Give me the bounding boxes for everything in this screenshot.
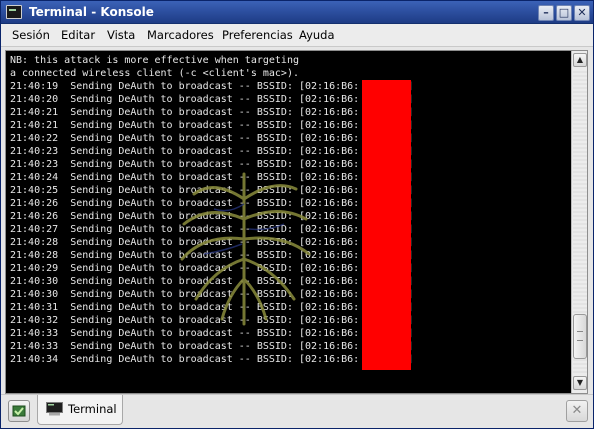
- menu-vista[interactable]: Vista: [107, 28, 135, 42]
- menu-ayuda[interactable]: Ayuda: [299, 28, 335, 42]
- menu-marcadores[interactable]: Marcadores: [147, 28, 214, 42]
- menu-editar[interactable]: Editar: [61, 28, 95, 42]
- terminal-line: 21:40:33 Sending DeAuth to broadcast -- …: [10, 341, 414, 352]
- tab-label: Terminal: [68, 402, 117, 416]
- new-session-button[interactable]: [8, 400, 30, 422]
- plant-watermark-icon: [180, 172, 311, 326]
- tab-terminal[interactable]: Terminal: [37, 395, 123, 425]
- terminal-line: 21:40:23 Sending DeAuth to broadcast -- …: [10, 146, 414, 157]
- maximize-button[interactable]: □: [556, 5, 572, 21]
- scrollbar-thumb[interactable]: [573, 314, 587, 359]
- menu-bar: Sesión Editar Vista Marcadores Preferenc…: [1, 24, 593, 47]
- terminal-output[interactable]: NB: this attack is more effective when t…: [6, 51, 571, 393]
- menu-preferencias[interactable]: Preferencias: [222, 28, 293, 42]
- title-bar[interactable]: Terminal - Konsole – □ ✕: [1, 1, 593, 24]
- terminal-line: NB: this attack is more effective when t…: [10, 55, 299, 66]
- close-button[interactable]: ✕: [574, 5, 590, 21]
- terminal-line: 21:40:21 Sending DeAuth to broadcast -- …: [10, 107, 414, 118]
- scroll-down-arrow-icon[interactable]: ▼: [573, 376, 587, 390]
- terminal-icon: [46, 402, 63, 416]
- terminal-line: 21:40:22 Sending DeAuth to broadcast -- …: [10, 133, 414, 144]
- redaction-box: [362, 80, 411, 370]
- new-session-icon: [12, 405, 26, 417]
- vertical-scrollbar[interactable]: ▲ ▼: [571, 51, 587, 393]
- terminal-line: 21:40:20 Sending DeAuth to broadcast -- …: [10, 94, 414, 105]
- terminal-line: 21:40:34 Sending DeAuth to broadcast -- …: [10, 354, 414, 365]
- scroll-up-arrow-icon[interactable]: ▲: [573, 53, 587, 67]
- window-title: Terminal - Konsole: [29, 5, 154, 19]
- menu-sesion[interactable]: Sesión: [12, 28, 50, 42]
- terminal-line: a connected wireless client (-c <client'…: [10, 68, 299, 79]
- konsole-window: Terminal - Konsole – □ ✕ Sesión Editar V…: [0, 0, 594, 429]
- tab-bar: Terminal ✕: [1, 394, 593, 428]
- close-session-button[interactable]: ✕: [566, 400, 588, 422]
- konsole-app-icon[interactable]: [6, 5, 22, 19]
- terminal-line: 21:40:19 Sending DeAuth to broadcast -- …: [10, 81, 414, 92]
- terminal-line: 21:40:21 Sending DeAuth to broadcast -- …: [10, 120, 414, 131]
- minimize-button[interactable]: –: [538, 5, 554, 21]
- terminal-frame: NB: this attack is more effective when t…: [5, 50, 588, 394]
